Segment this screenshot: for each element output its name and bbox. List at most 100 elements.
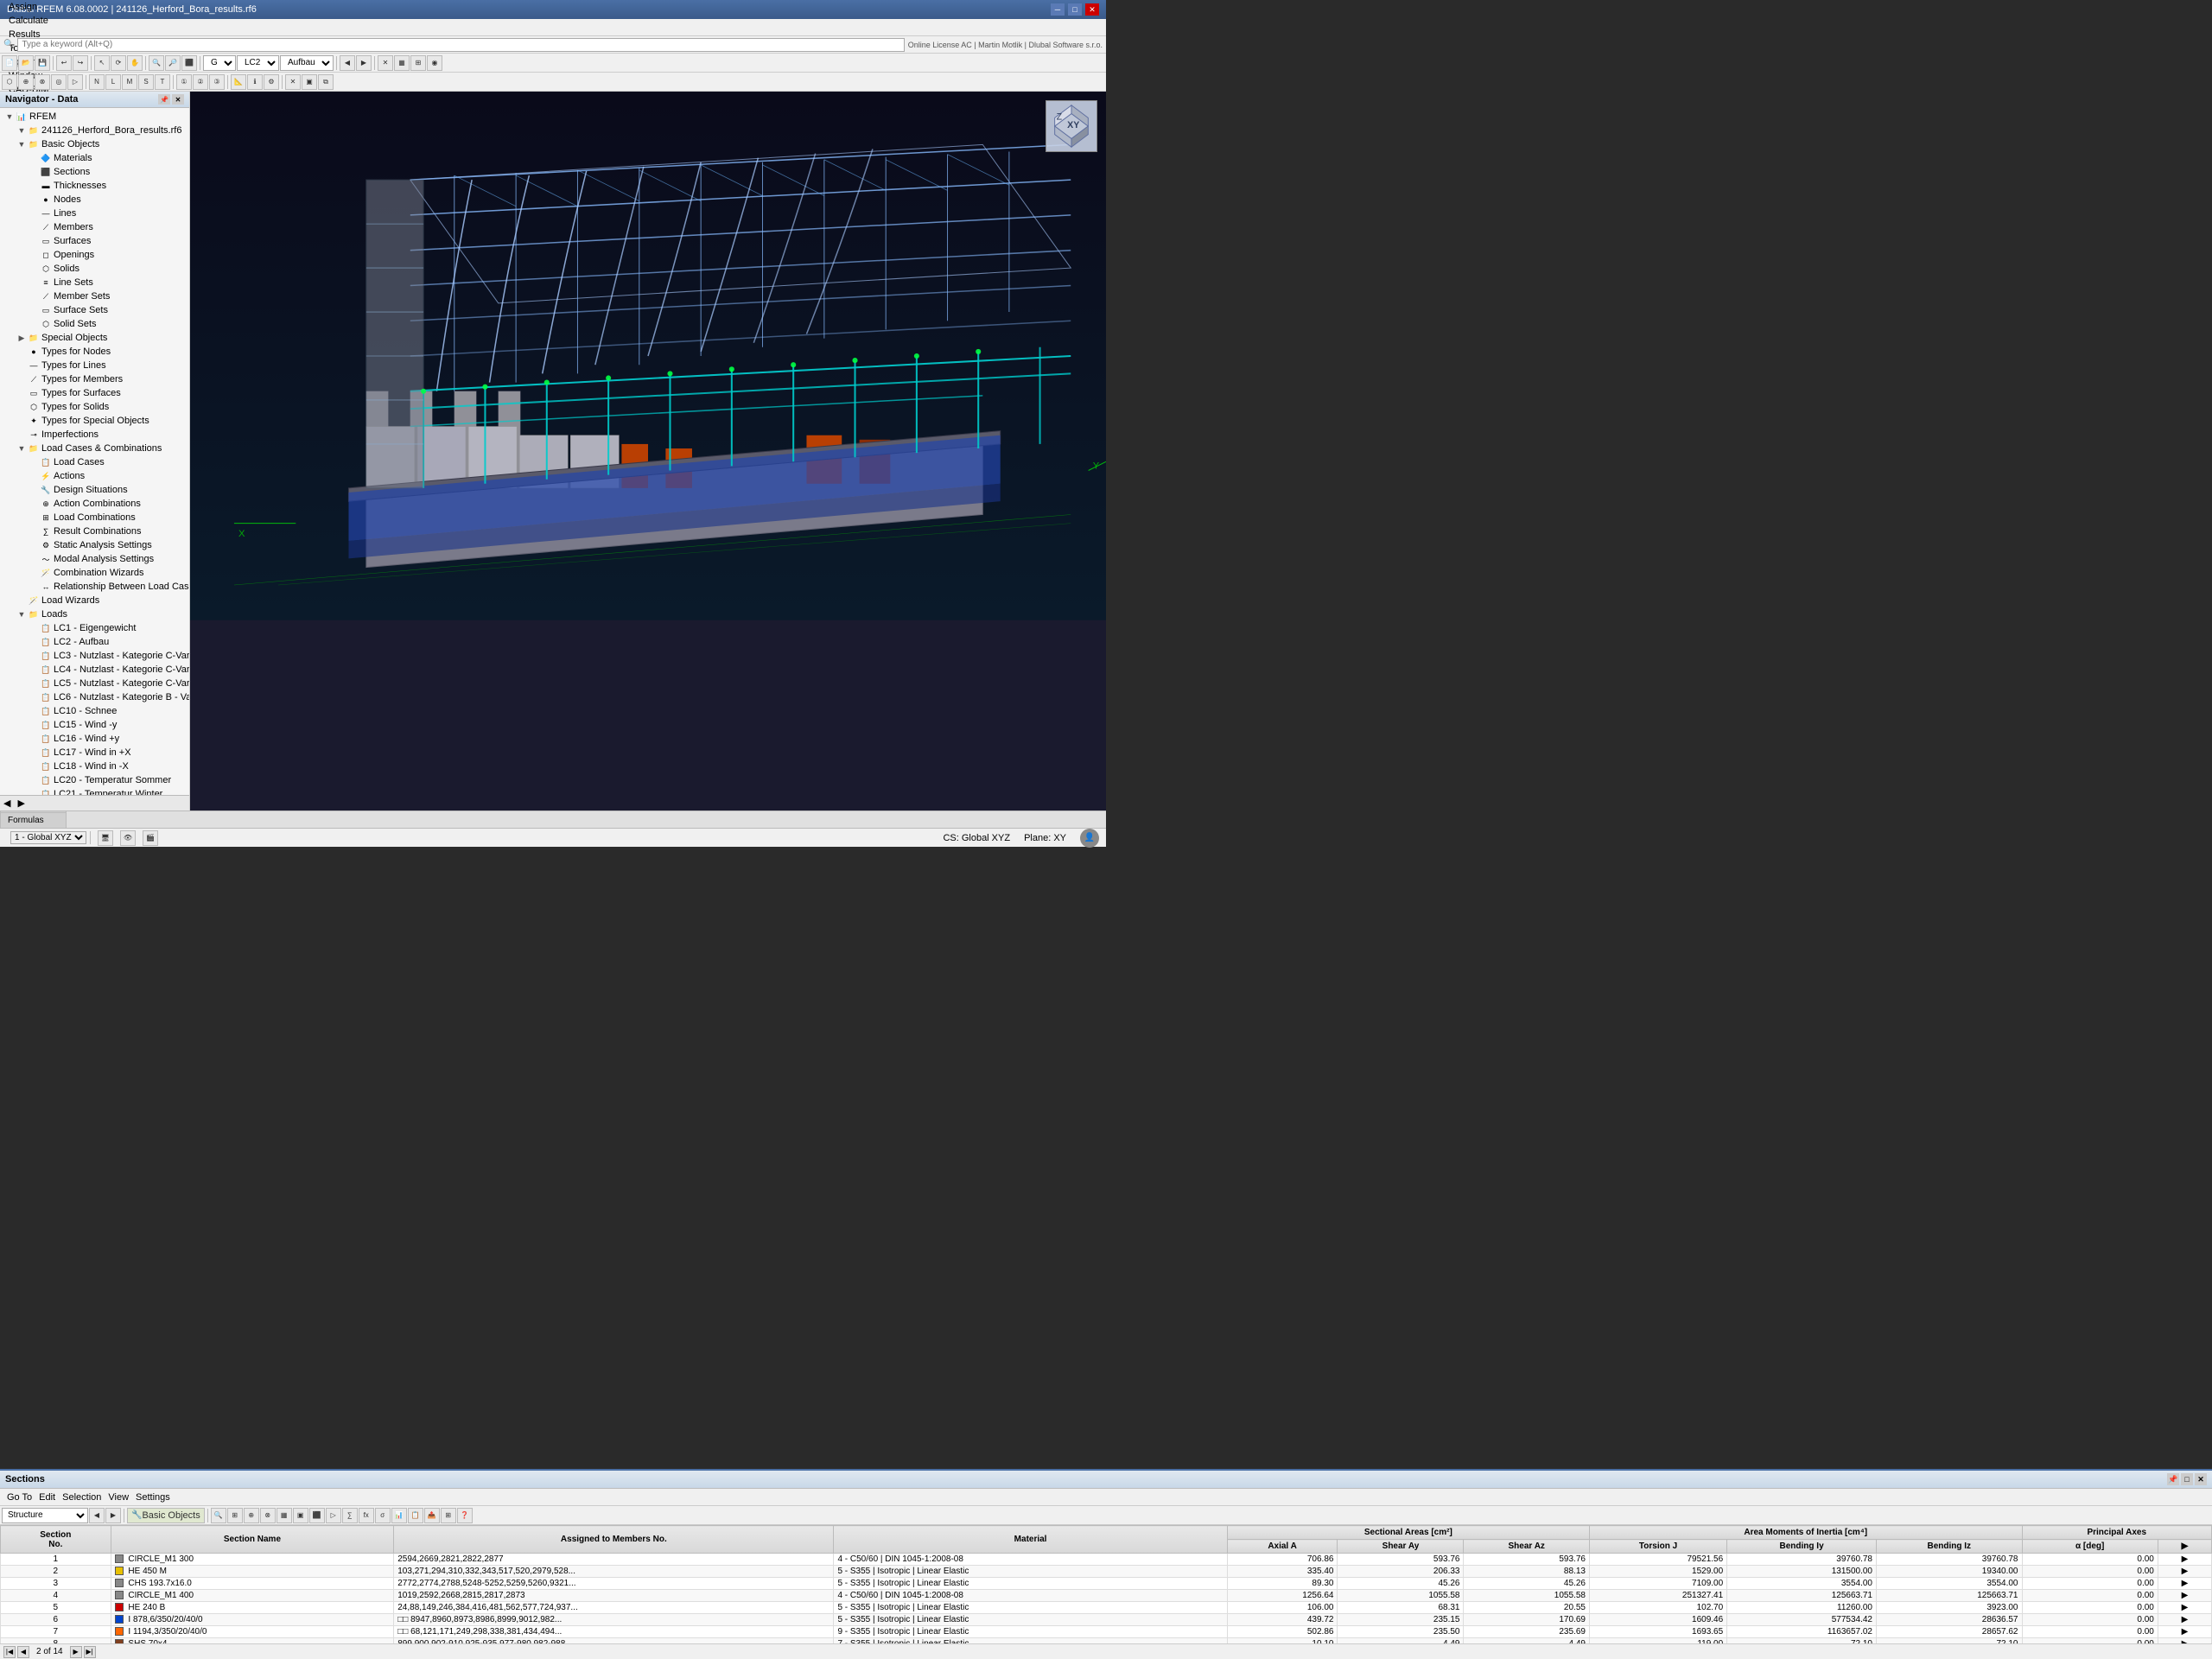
- nav-first-btn[interactable]: |◀: [3, 1646, 16, 1658]
- close-button[interactable]: ✕: [1085, 3, 1099, 16]
- tb2-measure[interactable]: 📐: [231, 74, 246, 90]
- tree-item-lc10---schnee[interactable]: 📋LC10 - Schnee: [0, 704, 189, 718]
- table-row[interactable]: 2 HE 450 M 103,271,294,310,332,343,517,5…: [1, 1566, 2212, 1578]
- tree-item-solid-sets[interactable]: ⬡Solid Sets: [0, 317, 189, 331]
- nav-scroll-left[interactable]: ◀: [0, 798, 14, 809]
- tb2-11[interactable]: ①: [176, 74, 192, 90]
- table-row[interactable]: 5 HE 240 B 24,88,149,246,384,416,481,562…: [1, 1602, 2212, 1614]
- tree-item-types-for-special-objects[interactable]: ✦Types for Special Objects: [0, 414, 189, 428]
- sec-tb8[interactable]: ▷: [326, 1508, 341, 1523]
- tree-item-imperfections[interactable]: ⊸Imperfections: [0, 428, 189, 442]
- tree-item-action-combinations[interactable]: ⊕Action Combinations: [0, 497, 189, 511]
- tree-item-members[interactable]: ⟋Members: [0, 220, 189, 234]
- tree-item-types-for-members[interactable]: ⟋Types for Members: [0, 372, 189, 386]
- zoom-out-btn[interactable]: 🔎: [165, 55, 181, 71]
- tree-file[interactable]: ▼ 📁 241126_Herford_Bora_results.rf6: [0, 124, 189, 137]
- search-input[interactable]: [17, 38, 904, 52]
- tree-item-openings[interactable]: ◻Openings: [0, 248, 189, 262]
- tree-item-member-sets[interactable]: ⟋Member Sets: [0, 289, 189, 303]
- lc-dropdown[interactable]: LC2: [237, 55, 279, 71]
- sec-prev-btn[interactable]: ◀: [89, 1508, 105, 1523]
- sec-filter-btn[interactable]: 🔧 Basic Objects: [127, 1508, 205, 1523]
- sec-tb11[interactable]: σ: [375, 1508, 391, 1523]
- status-icon1[interactable]: 🖥: [98, 830, 113, 846]
- structure-dropdown[interactable]: Structure: [2, 1508, 88, 1523]
- menu-item-assign[interactable]: Assign: [3, 0, 54, 14]
- tree-item-lc3---nutzlast---kategorie-c-var-1[interactable]: 📋LC3 - Nutzlast - Kategorie C-Var 1: [0, 649, 189, 663]
- tree-item-lc1---eigengewicht[interactable]: 📋LC1 - Eigengewicht: [0, 621, 189, 635]
- tree-item-lc4---nutzlast---kategorie-c-var-1[interactable]: 📋LC4 - Nutzlast - Kategorie C-Var 1: [0, 663, 189, 677]
- tree-item-types-for-lines[interactable]: —Types for Lines: [0, 359, 189, 372]
- zoom-in-btn[interactable]: 🔍: [149, 55, 164, 71]
- tree-item-solids[interactable]: ⬡Solids: [0, 262, 189, 276]
- tb2-9[interactable]: S: [138, 74, 154, 90]
- sec-maximize-btn[interactable]: □: [2181, 1473, 2193, 1485]
- render-btn[interactable]: ▦: [394, 55, 410, 71]
- table-row[interactable]: 3 CHS 193.7x16.0 2772,2774,2788,5248-525…: [1, 1578, 2212, 1590]
- sec-menu-go to[interactable]: Go To: [3, 1492, 35, 1503]
- tree-item-lc18---wind-in--x[interactable]: 📋LC18 - Wind in -X: [0, 760, 189, 773]
- cell-expand[interactable]: ▶: [2158, 1626, 2211, 1638]
- tree-item-line-sets[interactable]: ≡Line Sets: [0, 276, 189, 289]
- pan-btn[interactable]: ✋: [127, 55, 143, 71]
- table-row[interactable]: 4 CIRCLE_M1 400 1019,2592,2668,2815,2817…: [1, 1590, 2212, 1602]
- sec-tb12[interactable]: 📊: [391, 1508, 407, 1523]
- redo-btn[interactable]: ↪: [73, 55, 88, 71]
- sec-menu-settings[interactable]: Settings: [132, 1492, 174, 1503]
- tb2-x[interactable]: ✕: [285, 74, 301, 90]
- wire-btn[interactable]: ⊞: [410, 55, 426, 71]
- sec-tb3[interactable]: ⊕: [244, 1508, 259, 1523]
- nav-last-btn[interactable]: ▶|: [84, 1646, 96, 1658]
- cell-expand[interactable]: ▶: [2158, 1566, 2211, 1578]
- sec-tb16[interactable]: ❓: [457, 1508, 473, 1523]
- rotate-btn[interactable]: ⟳: [111, 55, 126, 71]
- sec-tb1[interactable]: 🔍: [211, 1508, 226, 1523]
- new-btn[interactable]: 📄: [2, 55, 17, 71]
- sec-tb10[interactable]: fx: [359, 1508, 374, 1523]
- sec-tb15[interactable]: ⊞: [441, 1508, 456, 1523]
- cell-expand[interactable]: ▶: [2158, 1554, 2211, 1566]
- tab-formulas[interactable]: Formulas: [0, 812, 67, 828]
- sec-tb5[interactable]: ▦: [276, 1508, 292, 1523]
- tb2-view1[interactable]: ▣: [302, 74, 317, 90]
- tree-item-lc2---aufbau[interactable]: 📋LC2 - Aufbau: [0, 635, 189, 649]
- tree-item-lc16---wind-+y[interactable]: 📋LC16 - Wind +y: [0, 732, 189, 746]
- menu-item-calculate[interactable]: Calculate: [3, 14, 54, 28]
- nav-prev-btn[interactable]: ◀: [17, 1646, 29, 1658]
- tree-item-modal-analysis-settings[interactable]: 〜Modal Analysis Settings: [0, 552, 189, 566]
- tb2-8[interactable]: M: [122, 74, 137, 90]
- tree-item-lc20---temperatur-sommer[interactable]: 📋LC20 - Temperatur Sommer: [0, 773, 189, 787]
- tb2-3[interactable]: ⊗: [35, 74, 50, 90]
- tree-item-lc6---nutzlast---kategorie-b---var-2[interactable]: 📋LC6 - Nutzlast - Kategorie B - Var 2: [0, 690, 189, 704]
- sec-tb7[interactable]: ⬛: [309, 1508, 325, 1523]
- tree-item-actions[interactable]: ⚡Actions: [0, 469, 189, 483]
- tree-root-rfem[interactable]: ▼ 📊 RFEM: [0, 110, 189, 124]
- sec-menu-view[interactable]: View: [105, 1492, 132, 1503]
- tree-item-lc21---temperatur-winter[interactable]: 📋LC21 - Temperatur Winter: [0, 787, 189, 795]
- tb2-5[interactable]: ▷: [67, 74, 83, 90]
- cell-expand[interactable]: ▶: [2158, 1602, 2211, 1614]
- undo-btn[interactable]: ↩: [56, 55, 72, 71]
- tree-item-relationship-between-load-cases[interactable]: ↔Relationship Between Load Cases: [0, 580, 189, 594]
- tb2-1[interactable]: ⬡: [2, 74, 17, 90]
- tree-item-thicknesses[interactable]: ▬Thicknesses: [0, 179, 189, 193]
- nav-close-btn[interactable]: ✕: [172, 94, 184, 105]
- fit-btn[interactable]: ⬛: [181, 55, 197, 71]
- tb2-13[interactable]: ③: [209, 74, 225, 90]
- tb2-10[interactable]: T: [155, 74, 170, 90]
- tree-item-special-objects[interactable]: ▶📁Special Objects: [0, 331, 189, 345]
- sec-tb14[interactable]: 📤: [424, 1508, 440, 1523]
- tree-item-load-wizards[interactable]: 🪄Load Wizards: [0, 594, 189, 607]
- tree-item-load-combinations[interactable]: ⊞Load Combinations: [0, 511, 189, 524]
- tree-item-lc15---wind--y[interactable]: 📋LC15 - Wind -y: [0, 718, 189, 732]
- tree-item-basic-objects[interactable]: ▼📁Basic Objects: [0, 137, 189, 151]
- minimize-button[interactable]: ─: [1051, 3, 1065, 16]
- status-icon2[interactable]: 👁: [120, 830, 136, 846]
- sec-tb2[interactable]: ⊞: [227, 1508, 243, 1523]
- nav-next-btn[interactable]: ▶: [70, 1646, 82, 1658]
- sec-close-btn[interactable]: ✕: [2195, 1473, 2207, 1485]
- th-expand[interactable]: ▶: [2158, 1540, 2211, 1554]
- sec-tb6[interactable]: ▣: [293, 1508, 308, 1523]
- view-selector[interactable]: 1 - Global XYZ: [10, 831, 86, 844]
- tree-item-result-combinations[interactable]: ∑Result Combinations: [0, 524, 189, 538]
